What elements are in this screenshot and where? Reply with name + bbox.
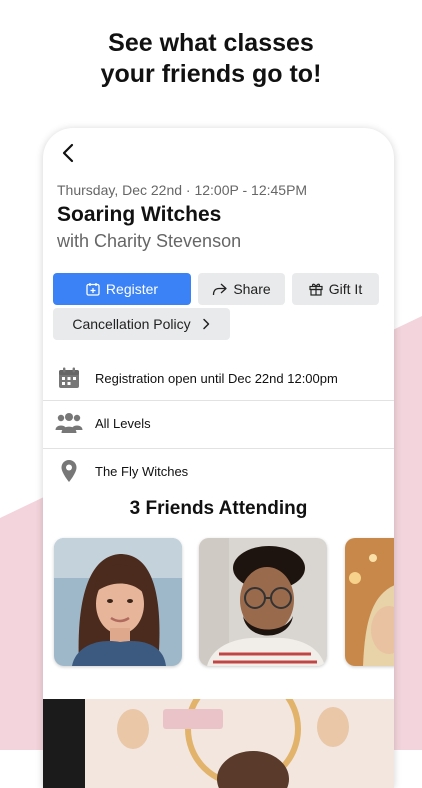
register-label: Register	[105, 281, 159, 297]
friend-photo	[345, 538, 394, 666]
location-text: The Fly Witches	[95, 463, 189, 479]
cancellation-policy-button[interactable]: Cancellation Policy	[53, 308, 230, 340]
gift-icon	[309, 283, 323, 296]
levels-text: All Levels	[95, 415, 151, 431]
class-title: Soaring Witches	[57, 203, 222, 226]
class-photo	[43, 699, 394, 788]
share-button[interactable]: Share	[198, 273, 285, 305]
registration-row: Registration open until Dec 22nd 12:00pm	[43, 355, 394, 401]
calendar-icon	[55, 364, 83, 392]
registration-text: Registration open until Dec 22nd 12:00pm	[95, 370, 338, 386]
friend-photo	[199, 538, 327, 666]
chevron-left-icon	[62, 143, 74, 163]
promo-headline: See what classes your friends go to!	[0, 28, 422, 90]
cancellation-label: Cancellation Policy	[72, 316, 191, 332]
levels-row: All Levels	[43, 400, 394, 446]
chevron-right-icon	[202, 318, 209, 330]
friends-attending-title: 3 Friends Attending	[129, 498, 308, 519]
headline-line-1: See what classes	[108, 29, 314, 57]
friend-avatar-3[interactable]	[345, 538, 394, 666]
calendar-plus-icon	[86, 283, 100, 296]
friend-photo	[54, 538, 182, 666]
class-datetime: Thursday, Dec 22nd · 12:00P - 12:45PM	[57, 182, 308, 198]
location-pin-icon	[55, 457, 83, 485]
register-button[interactable]: Register	[53, 273, 191, 305]
gift-button[interactable]: Gift It	[292, 273, 379, 305]
location-row: The Fly Witches	[43, 448, 394, 494]
group-icon	[55, 409, 83, 437]
share-arrow-icon	[213, 283, 227, 295]
class-instructor: with Charity Stevenson	[57, 231, 242, 251]
friend-avatar-1[interactable]	[54, 538, 182, 666]
friend-avatar-2[interactable]	[199, 538, 327, 666]
headline-line-2: your friends go to!	[100, 60, 322, 88]
phone-screen: Thursday, Dec 22nd · 12:00P - 12:45PM So…	[43, 128, 394, 788]
back-button[interactable]	[59, 142, 79, 164]
share-label: Share	[233, 281, 271, 297]
gift-label: Gift It	[328, 281, 363, 297]
